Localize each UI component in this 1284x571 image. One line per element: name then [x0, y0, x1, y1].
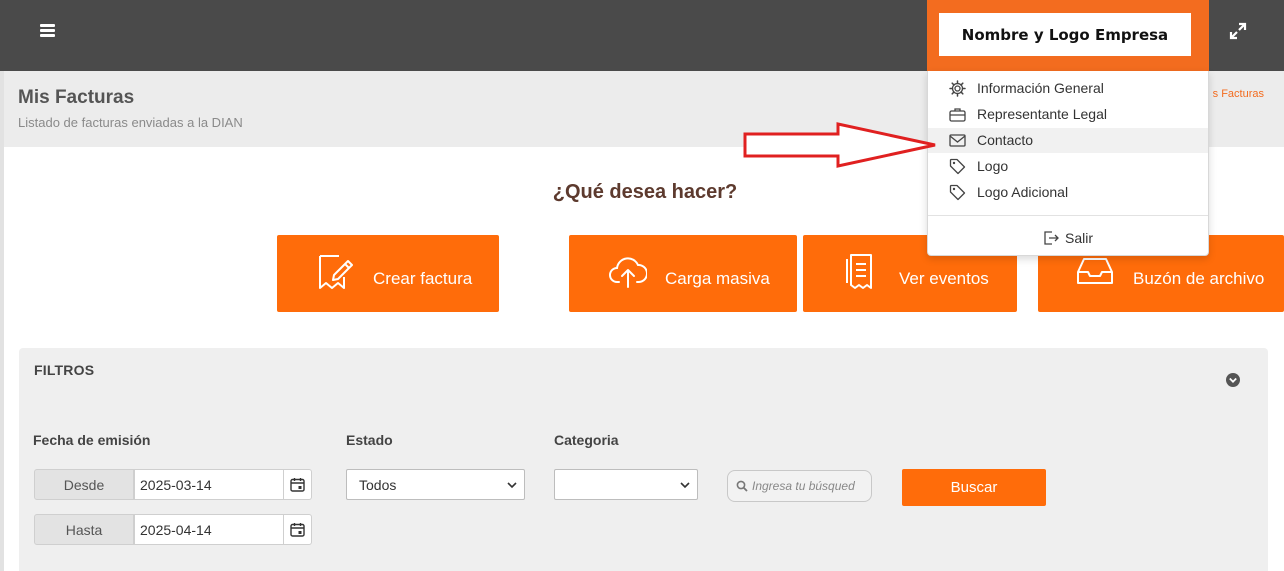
menu-item-label: Logo Adicional: [977, 184, 1069, 200]
category-label: Categoria: [554, 432, 619, 448]
briefcase-icon: [949, 108, 966, 122]
from-addon: Desde: [34, 469, 134, 500]
annotation-arrow-icon: [743, 122, 936, 168]
search-input[interactable]: Ingresa tu búsqued: [727, 470, 872, 502]
from-date-input[interactable]: 2025-03-14: [134, 469, 284, 500]
cloud-upload-icon: [609, 257, 647, 288]
menu-item-label: Contacto: [977, 132, 1034, 148]
menu-item-logo[interactable]: Logo: [928, 154, 1208, 179]
calendar-icon[interactable]: [284, 514, 312, 545]
search-placeholder: Ingresa tu búsqued: [752, 479, 855, 493]
envelope-icon: [949, 134, 966, 147]
status-select[interactable]: Todos: [346, 469, 525, 500]
menu-item-legal-rep[interactable]: Representante Legal: [928, 102, 1208, 127]
menu-item-label: Representante Legal: [977, 106, 1107, 122]
inbox-icon: [1077, 258, 1113, 284]
category-select[interactable]: [554, 469, 698, 500]
menu-divider: [928, 215, 1208, 216]
bulk-upload-label: Carga masiva: [665, 269, 770, 288]
hamburger-icon[interactable]: [40, 24, 55, 38]
menu-item-contact[interactable]: Contacto: [928, 128, 1208, 153]
filters-title: FILTROS: [34, 362, 95, 378]
status-select-value: Todos: [359, 476, 397, 493]
calendar-icon[interactable]: [284, 469, 312, 500]
menu-item-general-info[interactable]: Información General: [928, 76, 1208, 101]
tag-icon: [949, 158, 966, 175]
breadcrumb[interactable]: s Facturas: [1204, 88, 1264, 100]
edit-document-icon: [319, 255, 353, 289]
tag-icon: [949, 184, 966, 201]
page-title: Mis Facturas: [18, 87, 135, 108]
receipt-icon: [846, 254, 872, 289]
menu-item-label: Información General: [977, 80, 1104, 96]
search-icon: [736, 480, 748, 492]
company-logo: Nombre y Logo Empresa: [939, 13, 1191, 56]
menu-item-additional-logo[interactable]: Logo Adicional: [928, 180, 1208, 205]
view-events-label: Ver eventos: [899, 269, 989, 288]
user-dropdown-menu: Información General Representante Legal …: [927, 71, 1209, 256]
bulk-upload-button[interactable]: Carga masiva: [569, 235, 797, 312]
file-inbox-label: Buzón de archivo: [1133, 269, 1265, 288]
to-date-input[interactable]: 2025-04-14: [134, 514, 284, 545]
page-subtitle: Listado de facturas enviadas a la DIAN: [18, 115, 243, 130]
chevron-down-icon[interactable]: [1226, 373, 1240, 387]
create-invoice-button[interactable]: Crear factura: [277, 235, 499, 312]
company-logo-area[interactable]: Nombre y Logo Empresa: [927, 0, 1209, 71]
search-button[interactable]: Buscar: [902, 469, 1046, 506]
date-label: Fecha de emisión: [33, 432, 151, 448]
status-label: Estado: [346, 432, 393, 448]
expand-icon[interactable]: [1229, 22, 1247, 40]
menu-item-label: Logo: [977, 158, 1009, 174]
logout-button[interactable]: Salir: [928, 226, 1208, 250]
logout-label: Salir: [1064, 230, 1093, 246]
create-invoice-label: Crear factura: [373, 269, 473, 288]
logout-icon: [1044, 231, 1059, 245]
gear-icon: [949, 80, 966, 97]
chevron-down-icon: [680, 482, 690, 489]
chevron-down-icon: [507, 482, 517, 489]
to-addon: Hasta: [34, 514, 134, 545]
